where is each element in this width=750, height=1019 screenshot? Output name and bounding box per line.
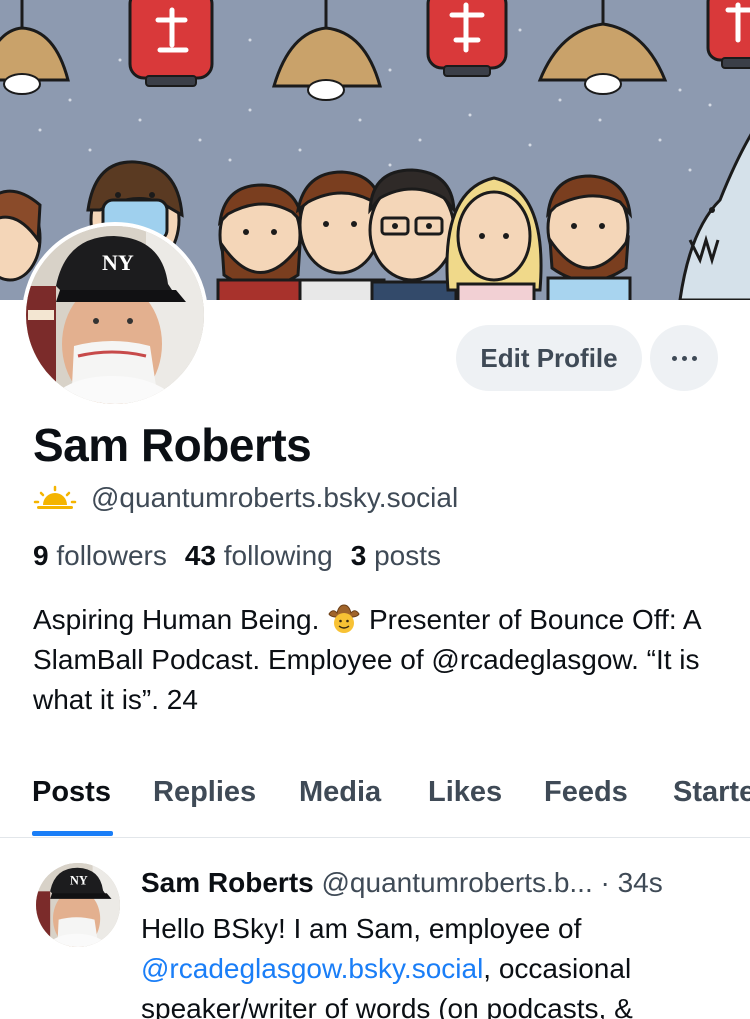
profile-avatar[interactable]: NY: [22, 222, 208, 408]
post-text[interactable]: Hello BSky! I am Sam, employee of @rcade…: [141, 909, 731, 1019]
posts-stat: 3 posts: [351, 540, 441, 572]
ellipsis-dot: [691, 355, 697, 361]
ellipsis-icon: [671, 355, 677, 361]
active-tab-indicator: [32, 831, 113, 836]
ellipsis-dot: [681, 355, 687, 361]
followers-stat[interactable]: 9 followers: [33, 540, 167, 572]
post-author-name[interactable]: Sam Roberts: [141, 867, 314, 898]
avatar-photo: NY: [26, 226, 204, 404]
followers-label: followers: [56, 540, 167, 571]
post-mention-link[interactable]: @rcadeglasgow.bsky.social: [141, 953, 483, 984]
profile-handle: @quantumroberts.bsky.social: [91, 482, 459, 513]
post-text-start: Hello BSky! I am Sam, employee of: [141, 913, 582, 944]
edit-profile-button[interactable]: Edit Profile: [456, 325, 642, 391]
tab-replies[interactable]: Replies: [153, 776, 256, 809]
post-author-avatar[interactable]: NY: [36, 863, 120, 947]
following-stat[interactable]: 43 following: [185, 540, 333, 572]
tab-starter-packs[interactable]: Starte: [673, 776, 750, 809]
bio-text-1: Aspiring Human Being.: [33, 604, 320, 635]
following-label: following: [223, 540, 333, 571]
tab-media[interactable]: Media: [299, 776, 381, 809]
sun-icon: [33, 485, 77, 509]
tab-likes[interactable]: Likes: [428, 776, 502, 809]
following-count: 43: [184, 540, 216, 571]
posts-label: posts: [374, 540, 442, 571]
more-options-button[interactable]: [650, 325, 718, 391]
post-handle-time[interactable]: @quantumroberts.b... · 34s: [322, 867, 663, 898]
posts-count: 3: [350, 540, 367, 571]
post-avatar-photo: NY: [36, 863, 120, 947]
tab-posts[interactable]: Posts: [32, 776, 111, 809]
profile-stats: 9 followers 43 following 3 posts: [33, 540, 441, 572]
cowboy-emoji-icon: [328, 604, 360, 633]
profile-bio: Aspiring Human Being. Presenter of Bounc…: [33, 600, 723, 720]
handle-row: @quantumroberts.bsky.social: [33, 482, 458, 514]
svg-text:NY: NY: [102, 250, 134, 275]
tab-feeds[interactable]: Feeds: [544, 776, 628, 809]
post-header: Sam Roberts @quantumroberts.b... · 34s: [141, 867, 741, 899]
followers-count: 9: [33, 540, 49, 571]
display-name: Sam Roberts: [33, 419, 312, 471]
svg-text:NY: NY: [70, 874, 88, 888]
profile-tabs: Posts Replies Media Likes Feeds Starte: [0, 770, 750, 838]
